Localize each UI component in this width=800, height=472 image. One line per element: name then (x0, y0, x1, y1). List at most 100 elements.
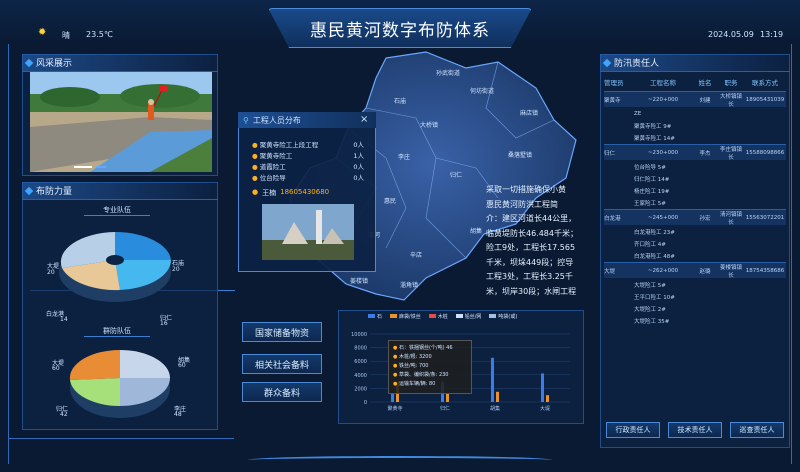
project-name: 聚黄寺险工 9# (634, 123, 672, 130)
bar-吨袋[interactable] (546, 395, 549, 402)
responsible-group-row[interactable]: 归仁 ~230+000 李杰 李庄镇镇长 15588098866 (604, 144, 786, 161)
time: 13:19 (760, 30, 784, 39)
legend-item: 石 (368, 313, 382, 320)
col-header: 工程名称 (650, 79, 676, 87)
frame-left (8, 44, 9, 464)
legend-item: 麻袋/铁丝 (390, 313, 421, 320)
y-tick-label: 6000 (354, 359, 367, 365)
contact-name: 王楠 (262, 189, 277, 197)
tech-responsible-button[interactable]: 技术责任人 (668, 422, 722, 438)
y-tick-label: 2000 (354, 386, 367, 392)
intro-line: 介：建区河道长44公里， (486, 214, 577, 223)
intro-line: 惠民黄河防洪工程简 (486, 199, 558, 209)
project-row[interactable]: 白龙港险工 23# (604, 226, 786, 237)
mass-material-button[interactable]: 群众备料 (242, 382, 322, 402)
project-row[interactable]: 白龙港险工 48# (604, 250, 786, 261)
team2-value-2: 48 (174, 411, 182, 418)
project-row[interactable]: 聚黄寺险工 9# (604, 120, 786, 131)
tooltip-row: ● 草袋、编织袋/条: 230 (393, 372, 449, 378)
team1-value-0: 20 (47, 269, 55, 276)
tooltip-row: ● 木桩/根: 3200 (393, 354, 432, 360)
project-name: 齐口险工 4# (634, 241, 666, 248)
patrol-responsible-button[interactable]: 巡查责任人 (730, 422, 784, 438)
town-label: 李庄 (398, 154, 411, 161)
cell-station: 大堤 (604, 268, 616, 275)
tooltip-row: ● 铁丝/吨: 700 (393, 363, 429, 369)
x-tick-label: 归仁 (440, 405, 450, 412)
popup-row-value: 1人 (353, 152, 364, 160)
admin-responsible-button[interactable]: 行政责任人 (606, 422, 660, 438)
cell-name: 刘建 (699, 97, 711, 104)
project-row[interactable]: 归仁险工 14# (604, 173, 786, 184)
project-row[interactable]: 大堤险工 35# (604, 315, 786, 326)
x-tick-label: 大堤 (540, 405, 550, 412)
town-label: 何坊街道 (470, 88, 495, 95)
y-tick-label: 0 (364, 400, 367, 406)
intro-line: 工程3处，工程长3.25千 (486, 272, 573, 281)
bar-石[interactable] (541, 373, 544, 402)
close-icon[interactable]: × (360, 114, 368, 125)
cell-position: 清河镇镇长 (719, 211, 742, 226)
diamond-icon (602, 58, 612, 67)
cell-phone: 15563072201 (745, 214, 785, 221)
cell-code: ~220+000 (647, 96, 679, 103)
town-label: 姜楼镇 (350, 278, 369, 285)
popup-row-label: ● 聚黄寺险工 (252, 152, 293, 160)
intro-line: 临黄堤防长46.484千米； (486, 228, 578, 238)
project-name: 大堤险工 2# (634, 306, 666, 313)
team1-value-2: 16 (160, 320, 168, 327)
project-row[interactable]: 大堤险工 2# (604, 303, 786, 314)
popup-row: ● 聚黄寺险工 1人 (252, 151, 364, 162)
town-label: 大桥镇 (420, 122, 439, 129)
team2-value-3: 60 (178, 362, 186, 369)
project-row[interactable]: 大堤险工 5# (604, 279, 786, 290)
y-tick-label: 8000 (354, 346, 367, 352)
contact-phone[interactable]: 18605430680 (280, 188, 329, 198)
team1-pie-chart[interactable] (50, 220, 190, 306)
responsible-group-row[interactable]: 大堤 ~262+000 赵璐 姜楼镇镇长 18754358686 (604, 262, 786, 279)
national-reserve-button[interactable]: 国家储备物资 (242, 322, 322, 342)
project-name: 大堤险工 5# (634, 282, 666, 289)
cell-position: 大桥镇镇长 (719, 93, 742, 108)
cell-position: 姜楼镇镇长 (719, 264, 742, 279)
bar-吨袋[interactable] (496, 391, 499, 402)
responsible-group-row[interactable]: 白龙港 ~245+000 孙宏 清河镇镇长 15563072201 (604, 209, 786, 226)
y-tick-label: 10000 (351, 332, 367, 338)
popup-contact: ● 王楠 18605430680 (252, 188, 329, 198)
project-row[interactable]: 杨庄险工 19# (604, 185, 786, 196)
cell-code: ~245+000 (647, 214, 679, 221)
location-pin-icon: ⚲ (243, 115, 249, 125)
deploy-panel-title: 布防力量 (36, 187, 73, 197)
team2-pie-chart[interactable] (60, 338, 190, 424)
project-row[interactable]: 王平口险工 10# (604, 291, 786, 302)
scene-photo[interactable] (30, 72, 212, 172)
town-label: 淄角镇 (400, 282, 419, 289)
project-row[interactable]: ZE (604, 108, 786, 119)
project-row[interactable]: 聚黄寺险工 14# (604, 132, 786, 143)
bar-石[interactable] (491, 357, 494, 402)
popup-header: ⚲ 工程人员分布 (238, 112, 376, 128)
team2-title: 群防队伍 (84, 326, 150, 337)
team1-title: 专业队伍 (84, 205, 150, 216)
social-material-button[interactable]: 相关社会备料 (242, 354, 322, 374)
bar-吨袋[interactable] (446, 393, 449, 402)
cell-phone: 15588098866 (745, 149, 785, 156)
legend-item: 吨袋(或) (489, 313, 517, 320)
town-label: 归仁 (450, 172, 463, 179)
popup-row-value: 0人 (353, 141, 364, 149)
project-row[interactable]: 王家险工 5# (604, 197, 786, 208)
project-name: 归仁险工 14# (634, 176, 670, 183)
town-label: 孙武街道 (436, 70, 461, 77)
responsible-group-row[interactable]: 聚黄寺 ~220+000 刘建 大桥镇镇长 18905431039 (604, 91, 786, 108)
project-name: 白龙港险工 48# (634, 253, 675, 260)
bottom-glow (248, 456, 552, 464)
cell-name: 李杰 (699, 150, 711, 157)
col-header: 联系方式 (752, 79, 778, 87)
project-name: 白龙港险工 23# (634, 229, 675, 236)
col-header: 管理员 (604, 79, 624, 87)
y-tick-label: 4000 (354, 373, 367, 379)
project-row[interactable]: 位台险导 5# (604, 161, 786, 172)
project-row[interactable]: 齐口险工 4# (604, 238, 786, 249)
col-header: 职务 (724, 79, 738, 87)
bar-石[interactable] (391, 393, 394, 402)
